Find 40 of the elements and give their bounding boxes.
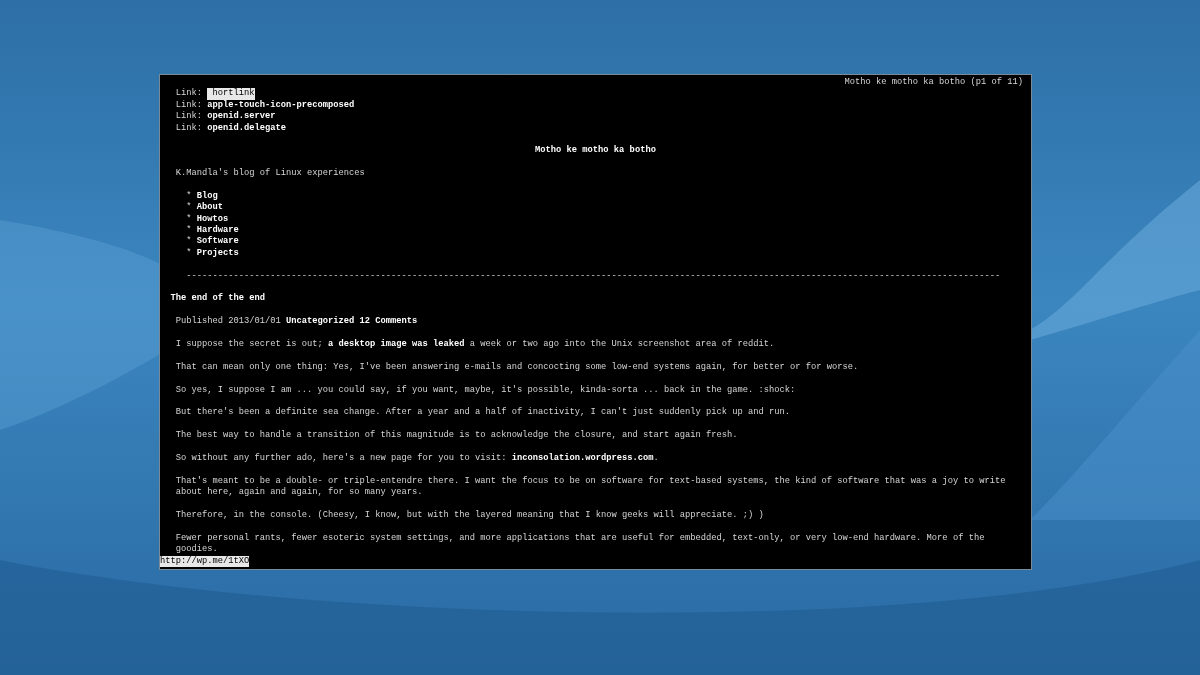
link-label: Link: — [175, 99, 203, 111]
link[interactable]: openid.server — [207, 111, 276, 123]
paragraph: Therefore, in the console. (Cheesy, I know, but with the layered meaning that I know geeks will appreciate. ;) ) — [174, 510, 765, 522]
window-title: Motho ke motho ka botho (p1 of 11) — [844, 77, 1023, 89]
paragraph: That's meant to be a double- or triple-entendre there. I want the focus to be on software for text-based systems, the kind of software that was a joy to write about here, again and again, for so many years. — [174, 475, 1007, 499]
link-label: Link: — [175, 111, 203, 123]
link[interactable]: 12 Comments — [359, 316, 418, 327]
horizontal-rule: ----------------------------------------------------------------------------------------------------------------------------------------------------------- — [186, 270, 1001, 283]
link[interactable]: hortlink — [207, 88, 255, 100]
paragraph: But there's been a definite sea change. After a year and a half of inactivity, I can't just suddenly pick up and run. — [174, 407, 792, 419]
tagline: K.Mandla's blog of Linux experiences — [175, 168, 365, 180]
nav-link[interactable]: Blog — [196, 190, 218, 203]
nav-link[interactable]: Hardware — [196, 225, 239, 237]
link[interactable]: openid.delegate — [207, 122, 287, 134]
nav-link[interactable]: Software — [196, 236, 239, 248]
paragraph: That can mean only one thing: Yes, I've been answering e-mails and concocting some low-end systems again, for better or for worse. — [174, 361, 860, 374]
link-label: Link: — [175, 88, 203, 100]
nav-link[interactable]: About — [196, 202, 224, 214]
post-title: The end of the end — [170, 293, 265, 305]
link[interactable]: a desktop image was leaked — [328, 339, 465, 349]
paragraph: I suppose the secret is out; a desktop image was leaked a week or two ago into the Unix screenshot area of reddit. — [174, 339, 776, 351]
bullet: * — [186, 213, 193, 225]
bullet: * — [186, 225, 193, 236]
bullet: * — [186, 202, 193, 214]
status-url: http://wp.me/1tXO — [160, 555, 250, 567]
post-meta: Published 2013/01/01 Uncategorized 12 Comments — [174, 316, 419, 328]
bullet: * — [186, 236, 193, 248]
link[interactable]: Uncategorized — [286, 316, 355, 327]
link[interactable]: apple-touch-icon-precomposed — [207, 99, 355, 112]
link-label: Link: — [175, 122, 203, 134]
bullet: * — [186, 190, 193, 202]
paragraph: The best way to handle a transition of this magnitude is to acknowledge the closure, and start again fresh. — [174, 430, 739, 442]
paragraph: So without any further ado, here's a new page for you to visit: inconsolation.wordpress.com. — [174, 453, 660, 465]
link[interactable]: inconsolation.wordpress.com — [511, 453, 654, 463]
nav-link[interactable]: Howtos — [196, 213, 229, 226]
nav-link[interactable]: Projects — [196, 247, 239, 260]
page-heading: Motho ke motho ka botho — [535, 145, 656, 157]
paragraph: So yes, I suppose I am ... you could say, if you want, maybe, it's possible, kinda-sorta ... back in the game. :shock: — [174, 384, 797, 396]
bullet: * — [186, 247, 193, 260]
paragraph: Fewer personal rants, fewer esoteric system settings, and more applications that are useful for embedded, text-only, or very low-end hardware. More of the goodies. — [174, 532, 986, 556]
